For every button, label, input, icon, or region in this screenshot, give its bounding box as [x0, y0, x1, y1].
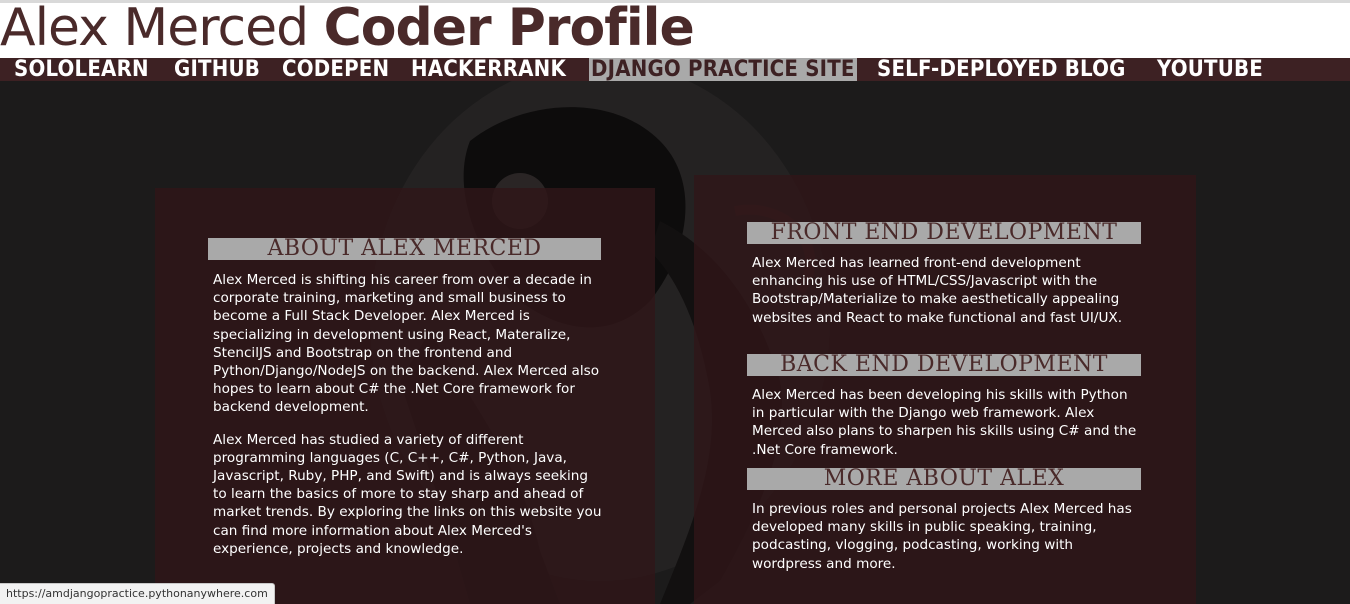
- main-nav: SOLOLEARN GITHUB CODEPEN HACKERRANK DJAN…: [0, 58, 1350, 81]
- frontend-text: Alex Merced has learned front-end develo…: [752, 255, 1123, 326]
- backend-text: Alex Merced has been developing his skil…: [752, 387, 1137, 458]
- nav-link-sololearn[interactable]: SOLOLEARN: [14, 58, 149, 81]
- backend-heading: BACK END DEVELOPMENT: [747, 354, 1141, 376]
- about-paragraph-2: Alex Merced has studied a variety of dif…: [213, 431, 602, 557]
- nav-link-hackerrank[interactable]: HACKERRANK: [411, 58, 566, 81]
- nav-link-github[interactable]: GITHUB: [174, 58, 260, 81]
- nav-link-codepen[interactable]: CODEPEN: [282, 58, 389, 81]
- site-header: Alex Merced Coder Profile: [0, 0, 1350, 58]
- site-title-name: Alex Merced: [0, 0, 309, 58]
- link-preview-status-bar: https://amdjangopractice.pythonanywhere.…: [0, 583, 275, 604]
- about-text: Alex Merced is shifting his career from …: [213, 271, 603, 558]
- more-about-heading: MORE ABOUT ALEX: [747, 468, 1141, 490]
- site-title-subtitle: Coder Profile: [323, 0, 695, 58]
- site-title: Alex Merced Coder Profile: [0, 0, 695, 59]
- more-about-text: In previous roles and personal projects …: [752, 501, 1132, 572]
- nav-link-django-practice-site[interactable]: DJANGO PRACTICE SITE: [589, 58, 857, 81]
- nav-link-self-deployed-blog[interactable]: SELF-DEPLOYED BLOG: [877, 58, 1126, 81]
- page: Alex Merced Coder Profile SOLOLEARN GITH…: [0, 0, 1350, 604]
- about-panel: ABOUT ALEX MERCED Alex Merced is shiftin…: [155, 188, 655, 604]
- about-paragraph-1: Alex Merced is shifting his career from …: [213, 272, 600, 416]
- skills-panel: FRONT END DEVELOPMENT Alex Merced has le…: [694, 175, 1196, 604]
- frontend-heading: FRONT END DEVELOPMENT: [747, 222, 1141, 244]
- nav-link-youtube[interactable]: YOUTUBE: [1157, 58, 1263, 81]
- about-heading: ABOUT ALEX MERCED: [208, 238, 601, 260]
